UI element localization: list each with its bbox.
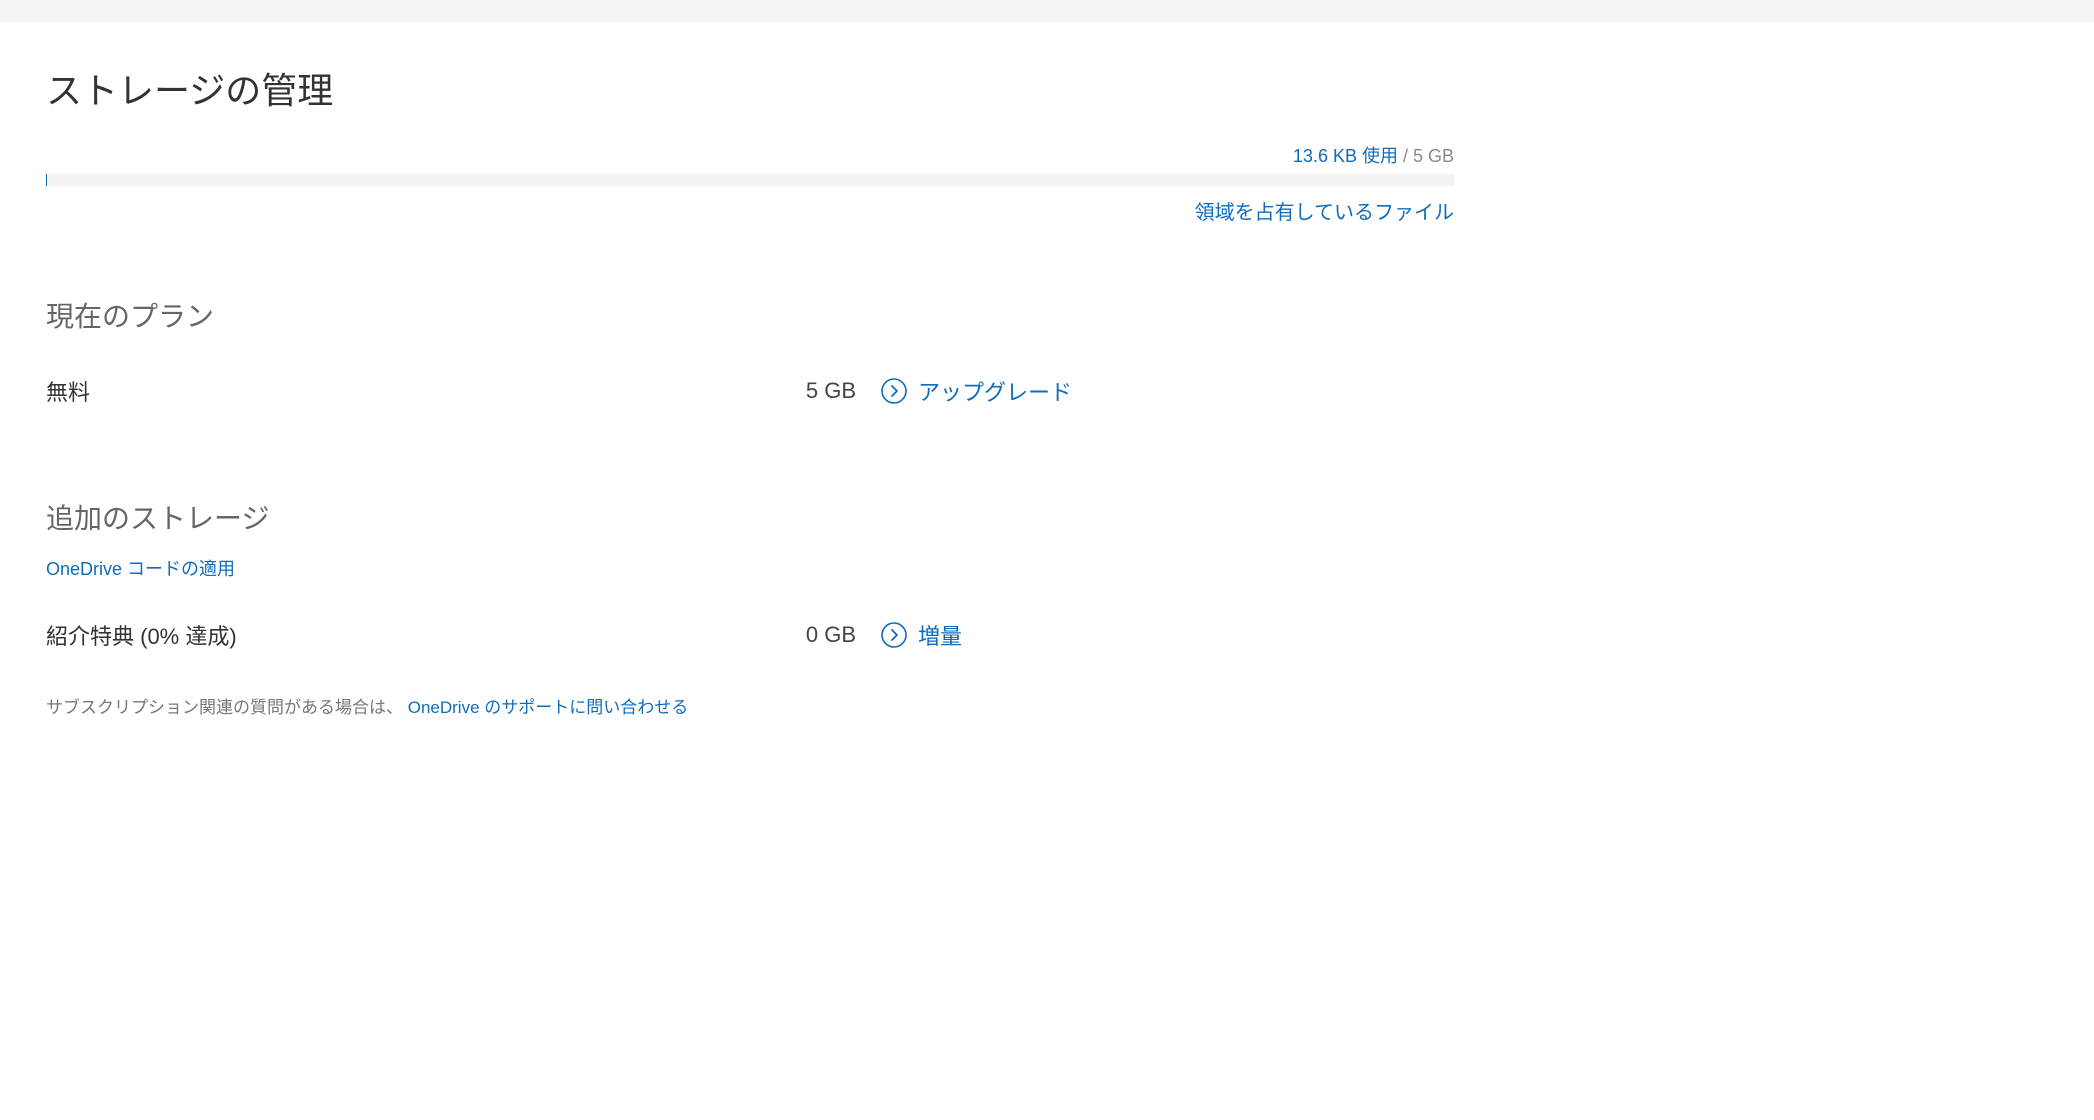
referral-bonus-name: 紹介特典 (0% 達成): [46, 619, 766, 651]
plan-size: 5 GB: [766, 378, 856, 404]
additional-storage-section: 追加のストレージ OneDrive コードの適用 紹介特典 (0% 達成) 0 …: [46, 497, 1454, 718]
current-plan-heading: 現在のプラン: [46, 295, 1454, 335]
increase-label: 増量: [918, 619, 962, 651]
plan-row: 無料 5 GB アップグレード: [46, 375, 1454, 407]
storage-total: / 5 GB: [1398, 146, 1454, 166]
chevron-right-circle-icon: [880, 621, 908, 649]
onedrive-code-link[interactable]: OneDrive コードの適用: [46, 559, 235, 579]
increase-button[interactable]: 増量: [880, 619, 962, 651]
support-link[interactable]: OneDrive のサポートに問い合わせる: [408, 698, 689, 717]
referral-bonus-row: 紹介特典 (0% 達成) 0 GB 増量: [46, 619, 1454, 651]
referral-bonus-size: 0 GB: [766, 622, 856, 648]
current-plan-section: 現在のプラン 無料 5 GB アップグレード: [46, 295, 1454, 407]
additional-storage-heading: 追加のストレージ: [46, 497, 1454, 537]
storage-used: 13.6 KB 使用: [1293, 146, 1398, 166]
storage-usage-text: 13.6 KB 使用 / 5 GB: [46, 142, 1454, 168]
chevron-right-circle-icon: [880, 377, 908, 405]
storage-progress-bar: [46, 174, 1454, 186]
main-content: ストレージの管理 13.6 KB 使用 / 5 GB 領域を占有しているファイル…: [0, 22, 1500, 778]
occupying-files-link[interactable]: 領域を占有しているファイル: [1195, 202, 1454, 224]
upgrade-button[interactable]: アップグレード: [880, 375, 1072, 407]
subscription-footer: サブスクリプション関連の質問がある場合は、 OneDrive のサポートに問い合…: [46, 693, 1454, 718]
footer-prefix: サブスクリプション関連の質問がある場合は、: [46, 698, 408, 717]
page-title: ストレージの管理: [46, 62, 1454, 114]
upgrade-label: アップグレード: [918, 375, 1072, 407]
plan-name: 無料: [46, 375, 766, 407]
top-strip: [0, 0, 2094, 22]
